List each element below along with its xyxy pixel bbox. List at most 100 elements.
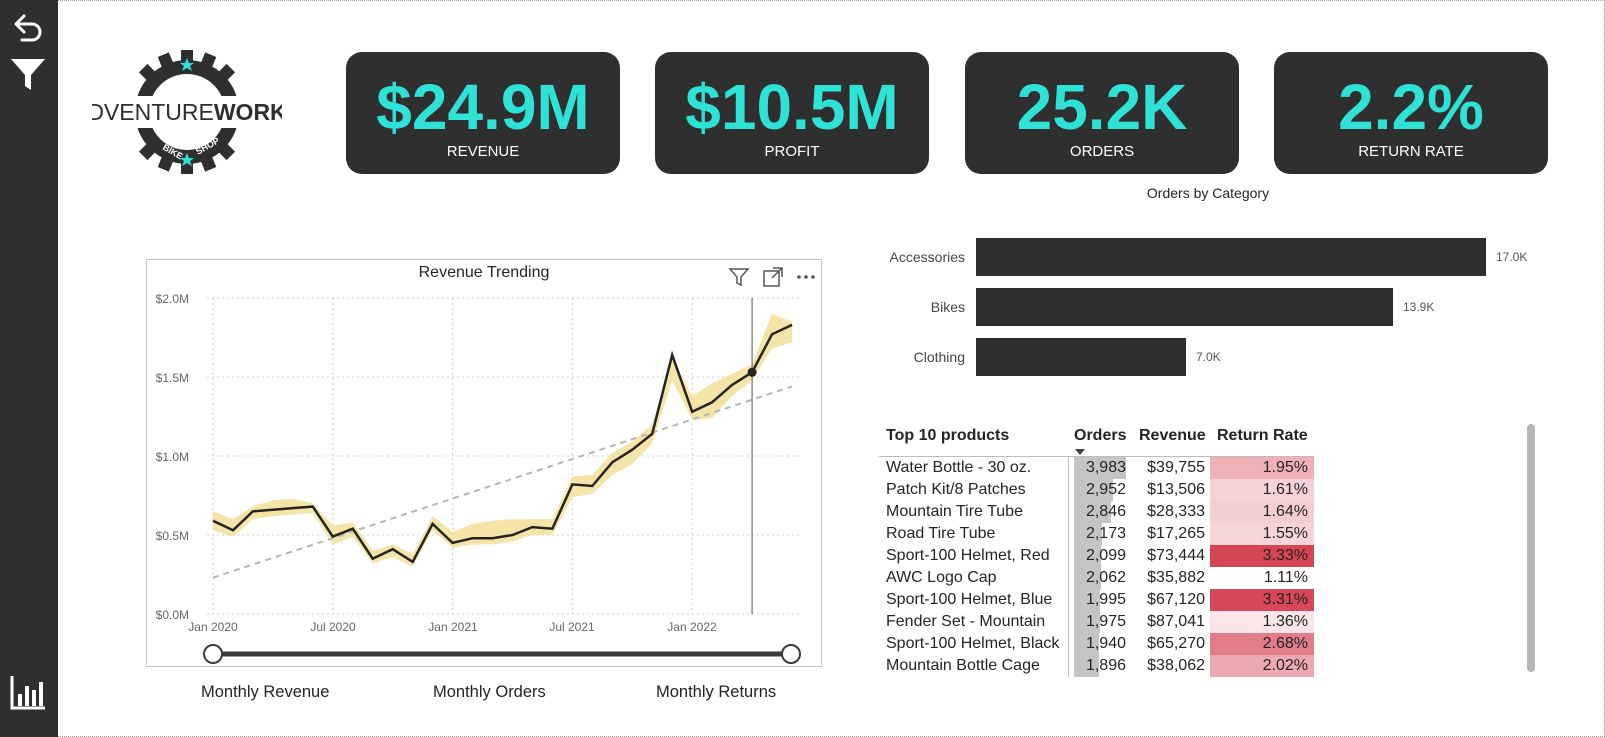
- product-name: Patch Kit/8 Patches: [886, 481, 1026, 498]
- return-rate-cell: 1.64%: [1210, 501, 1314, 523]
- return-rate-value: 3.31%: [1262, 591, 1308, 608]
- return-rate-value: 1.36%: [1262, 613, 1308, 630]
- return-rate-value: 1.55%: [1262, 525, 1308, 542]
- table-row[interactable]: Water Bottle - 30 oz. 3,983 $39,755 1.95%: [879, 457, 1319, 479]
- product-name: AWC Logo Cap: [886, 569, 997, 586]
- revenue-value: $17,265: [1147, 525, 1205, 542]
- kpi-label: ORDERS: [1069, 143, 1135, 160]
- confidence-band: [213, 313, 792, 567]
- return-rate-value: 1.61%: [1262, 481, 1308, 498]
- category-label: Clothing: [913, 349, 965, 365]
- return-rate-value: 1.95%: [1262, 459, 1308, 476]
- column-header-return-rate[interactable]: Return Rate: [1217, 427, 1308, 445]
- revenue-value: $73,444: [1147, 547, 1205, 564]
- return-rate-value: 1.64%: [1262, 503, 1308, 520]
- orders-value: 2,952: [1085, 481, 1126, 498]
- orders-value: 2,099: [1085, 547, 1126, 564]
- logo-text-right: WORKS: [214, 99, 282, 125]
- range-slider-end-handle[interactable]: [781, 644, 801, 664]
- return-rate-cell: 3.33%: [1210, 545, 1314, 567]
- kpi-card-profit: $10.5M PROFIT: [655, 52, 929, 174]
- revenue-trending-chart[interactable]: Revenue Trending $2.0M $1.5M $1.0M $0.5M…: [146, 259, 822, 667]
- table-row[interactable]: Patch Kit/8 Patches 2,952 $13,506 1.61%: [879, 479, 1319, 501]
- orders-value: 1,896: [1085, 657, 1126, 674]
- revenue-plot-area: [203, 297, 802, 664]
- bar-chart-icon[interactable]: [10, 674, 46, 710]
- category-bar[interactable]: [976, 338, 1186, 376]
- return-rate-value: 1.11%: [1263, 569, 1308, 586]
- table-row[interactable]: Sport-100 Helmet, Black 1,940 $65,270 2.68%: [879, 633, 1319, 655]
- kpi-value: 2.2%: [1338, 71, 1484, 143]
- product-name: Mountain Tire Tube: [886, 503, 1023, 520]
- tab-monthly-returns[interactable]: Monthly Returns: [656, 683, 776, 702]
- category-bar[interactable]: [976, 238, 1486, 276]
- table-row[interactable]: AWC Logo Cap 2,062 $35,882 1.11%: [879, 567, 1319, 589]
- return-rate-value: 2.02%: [1262, 657, 1308, 674]
- table-row[interactable]: Mountain Tire Tube 2,846 $28,333 1.64%: [879, 501, 1319, 523]
- svg-text:ADVENTUREWORKS: ADVENTUREWORKS: [92, 99, 282, 125]
- revenue-value: $65,270: [1147, 635, 1205, 652]
- product-name: Sport-100 Helmet, Black: [886, 635, 1060, 652]
- orders-value: 2,846: [1085, 503, 1126, 520]
- tab-monthly-orders[interactable]: Monthly Orders: [433, 683, 546, 702]
- orders-value: 2,062: [1085, 569, 1126, 586]
- category-bar[interactable]: [976, 288, 1393, 326]
- return-rate-value: 2.68%: [1262, 635, 1308, 652]
- tab-monthly-revenue[interactable]: Monthly Revenue: [201, 683, 329, 702]
- revenue-value: $67,120: [1147, 591, 1205, 608]
- kpi-card-revenue: $24.9M REVENUE: [346, 52, 620, 174]
- revenue-value: $87,041: [1147, 613, 1205, 630]
- range-slider-start-handle[interactable]: [203, 644, 223, 664]
- product-name: Fender Set - Mountain: [886, 613, 1046, 630]
- table-row[interactable]: Fender Set - Mountain 1,975 $87,041 1.36%: [879, 611, 1319, 633]
- revenue-value: $38,062: [1147, 657, 1205, 674]
- return-rate-cell: 2.02%: [1210, 655, 1314, 677]
- return-rate-cell: 1.55%: [1210, 523, 1314, 545]
- product-name: Water Bottle - 30 oz.: [886, 459, 1032, 476]
- table-row[interactable]: Mountain Bottle Cage 1,896 $38,062 2.02%: [879, 655, 1319, 677]
- product-name: Sport-100 Helmet, Red: [886, 547, 1050, 564]
- return-rate-cell: 1.36%: [1210, 611, 1314, 633]
- product-name: Mountain Bottle Cage: [886, 657, 1040, 674]
- return-rate-cell: 1.61%: [1210, 479, 1314, 501]
- return-rate-cell: 1.11%: [1210, 567, 1314, 589]
- top-products-table[interactable]: Top 10 products Orders Revenue Return Ra…: [879, 424, 1319, 677]
- kpi-value: $24.9M: [376, 71, 590, 143]
- hover-data-point: [747, 367, 757, 377]
- kpi-label: PROFIT: [764, 143, 820, 160]
- category-data-label: 17.0K: [1496, 250, 1528, 264]
- kpi-value: $10.5M: [685, 71, 899, 143]
- back-arrow-icon[interactable]: [10, 10, 46, 46]
- filter-icon[interactable]: [10, 56, 46, 92]
- column-divider: [1068, 457, 1069, 677]
- logo-text-left: ADVENTURE: [92, 99, 214, 125]
- adventureworks-logo: ADVENTUREWORKS BIKE SHOP: [72, 50, 302, 175]
- table-scrollbar[interactable]: [1527, 424, 1535, 672]
- revenue-value: $28,333: [1147, 503, 1205, 520]
- product-name: Sport-100 Helmet, Blue: [886, 591, 1053, 608]
- return-rate-cell: 1.95%: [1210, 457, 1314, 479]
- orders-by-category-title: Orders by Category: [1146, 185, 1270, 201]
- table-row[interactable]: Road Tire Tube 2,173 $17,265 1.55%: [879, 523, 1319, 545]
- orders-value: 1,940: [1085, 635, 1126, 652]
- revenue-value: $35,882: [1147, 569, 1205, 586]
- kpi-card-return-rate: 2.2% RETURN RATE: [1274, 52, 1548, 174]
- sort-descending-icon[interactable]: [1074, 444, 1086, 455]
- kpi-card-orders: 25.2K ORDERS: [965, 52, 1239, 174]
- kpi-value: 25.2K: [1016, 71, 1188, 143]
- category-label: Bikes: [930, 299, 965, 315]
- orders-value: 1,995: [1085, 591, 1126, 608]
- left-nav-rail: [0, 0, 58, 737]
- category-data-label: 13.9K: [1403, 300, 1435, 314]
- column-header-revenue[interactable]: Revenue: [1139, 427, 1206, 445]
- category-label: Accessories: [889, 249, 965, 265]
- orders-value: 1,975: [1085, 613, 1126, 630]
- column-header-product[interactable]: Top 10 products: [886, 427, 1009, 445]
- table-row[interactable]: Sport-100 Helmet, Red 2,099 $73,444 3.33%: [879, 545, 1319, 567]
- column-header-orders[interactable]: Orders: [1074, 427, 1126, 445]
- kpi-label: REVENUE: [446, 143, 520, 160]
- return-rate-cell: 2.68%: [1210, 633, 1314, 655]
- orders-value: 2,173: [1085, 525, 1126, 542]
- table-row[interactable]: Sport-100 Helmet, Blue 1,995 $67,120 3.31%: [879, 589, 1319, 611]
- category-data-label: 7.0K: [1196, 350, 1221, 364]
